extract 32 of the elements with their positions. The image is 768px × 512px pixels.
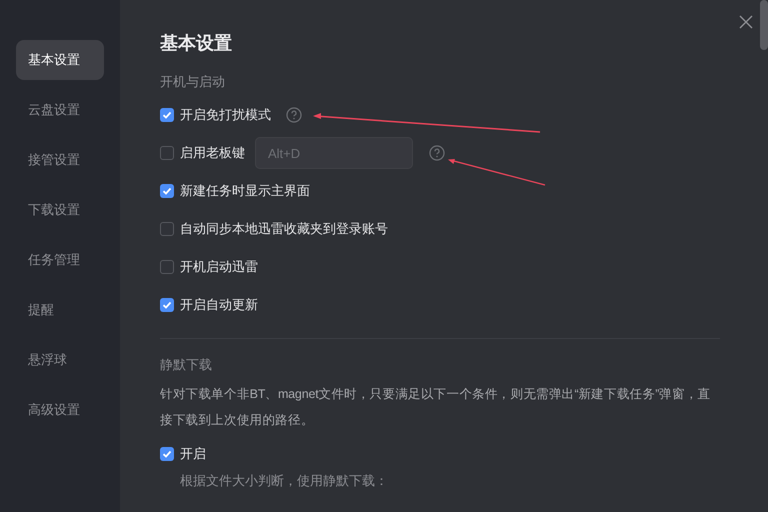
- hotkey-field[interactable]: Alt+D: [255, 137, 413, 169]
- sidebar-item[interactable]: 基本设置: [16, 40, 104, 80]
- option-label: 开启免打扰模式: [180, 106, 271, 124]
- option-label: 自动同步本地迅雷收藏夹到登录账号: [180, 220, 388, 238]
- sidebar-item[interactable]: 提醒: [16, 290, 104, 330]
- option-label: 新建任务时显示主界面: [180, 182, 310, 200]
- sidebar-item[interactable]: 云盘设置: [16, 90, 104, 130]
- sidebar-item[interactable]: 高级设置: [16, 390, 104, 430]
- help-icon[interactable]: [429, 145, 445, 161]
- option-note: 根据文件大小判断，使用静默下载：: [179, 473, 389, 489]
- option-label: 开启: [180, 445, 206, 464]
- section-description: 针对下载单个非BT、magnet文件时，只要满足以下一个条件，则无需弹出“新建下载任务”弹窗，直接下载到上次使用的路径。: [160, 386, 712, 429]
- sidebar-item[interactable]: 任务管理: [16, 240, 104, 280]
- checkbox[interactable]: [160, 184, 174, 198]
- section-heading: 开机与启动: [160, 73, 226, 91]
- help-icon[interactable]: [286, 107, 302, 123]
- checkbox[interactable]: [160, 260, 174, 274]
- option-label: 开启自动更新: [180, 296, 258, 314]
- checkbox[interactable]: [160, 146, 174, 160]
- checkbox[interactable]: [160, 108, 174, 122]
- sidebar-item[interactable]: 下载设置: [16, 190, 104, 230]
- sidebar-item[interactable]: 接管设置: [16, 140, 104, 180]
- close-icon[interactable]: [739, 15, 753, 29]
- page-title: 基本设置: [160, 32, 233, 55]
- checkbox[interactable]: [160, 447, 174, 461]
- option-label: 开机启动迅雷: [180, 258, 258, 276]
- checkbox[interactable]: [160, 222, 174, 236]
- option-label: 启用老板键: [180, 144, 245, 162]
- sidebar-item[interactable]: 悬浮球: [16, 340, 104, 380]
- checkbox[interactable]: [160, 298, 174, 312]
- scrollbar-thumb[interactable]: [760, 0, 768, 50]
- section-heading: 静默下载: [160, 356, 213, 374]
